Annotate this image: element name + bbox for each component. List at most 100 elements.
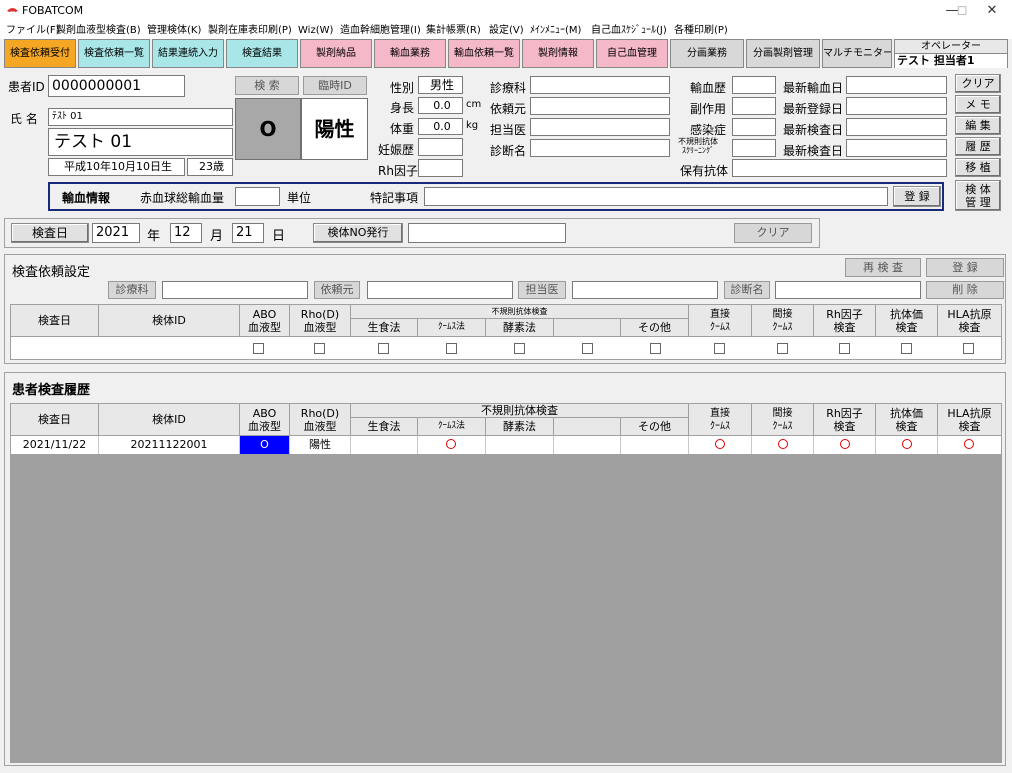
tab-fraction[interactable]: 分画業務 [670, 39, 744, 68]
tab-continuous-input[interactable]: 結果連続入力 [152, 39, 224, 68]
patient-id-input[interactable]: 0000000001 [48, 75, 185, 97]
requester-input[interactable] [530, 97, 670, 115]
request-dept-button[interactable]: 診療科 [108, 281, 156, 299]
request-register-button[interactable]: 登 録 [926, 258, 1004, 277]
department-label: 診療科 [490, 81, 527, 95]
transfusion-history-input[interactable] [732, 76, 776, 94]
year-label: 年 [147, 229, 161, 244]
menu-wiz[interactable]: Wiz(W) [298, 23, 333, 38]
menu-autologous[interactable]: 自己血ｽｹｼﾞｭｰﾙ(J) [591, 23, 667, 38]
exam-clear-button[interactable]: クリア [734, 223, 812, 243]
rh-factor-input[interactable] [418, 159, 463, 177]
issue-sample-no-button[interactable]: 検体NO発行 [313, 223, 403, 243]
month-input[interactable]: 12 [170, 223, 202, 243]
request-diagnosis-button[interactable]: 診断名 [724, 281, 770, 299]
birthdate-field: 平成10年10月10日生 [48, 158, 185, 176]
sample-manage-button[interactable]: 検 体 管 理 [955, 180, 1001, 211]
held-antibody-input[interactable] [732, 159, 947, 177]
pregnancy-input[interactable] [418, 138, 463, 156]
tab-product-info[interactable]: 製剤情報 [522, 39, 594, 68]
patient-name-input[interactable]: テスト 01 [48, 128, 233, 156]
edit-button[interactable]: 編 集 [955, 116, 1001, 135]
close-icon[interactable]: ✕ [972, 0, 1012, 22]
rho-checkbox[interactable] [314, 343, 325, 354]
request-requester-button[interactable]: 依頼元 [314, 281, 360, 299]
retest-button[interactable]: 再 検 査 [845, 258, 921, 277]
menu-inventory[interactable]: 製剤在庫表印刷(P) [208, 23, 292, 38]
side-effect-label: 副作用 [690, 102, 727, 116]
irregular-antibody-input[interactable] [732, 139, 776, 157]
request-delete-button[interactable]: 削 除 [926, 281, 1004, 299]
doctor-label: 担当医 [490, 123, 527, 137]
infection-label: 感染症 [690, 123, 727, 137]
side-effect-input[interactable] [732, 97, 776, 115]
rbc-total-input[interactable] [235, 187, 280, 206]
titer-checkbox[interactable] [901, 343, 912, 354]
search-button[interactable]: 検 索 [235, 76, 299, 95]
last-exam-input-1[interactable] [846, 118, 947, 136]
coombs-checkbox[interactable] [446, 343, 457, 354]
blank-checkbox[interactable] [582, 343, 593, 354]
menu-main[interactable]: ﾒｲﾝﾒﾆｭｰ(M) [530, 23, 581, 38]
request-diagnosis-input[interactable] [775, 281, 921, 299]
operator-name: テスト 担当者1 [895, 54, 1007, 68]
table-row[interactable]: 2021/11/22 20211122001 O 陽性 [11, 436, 1001, 454]
rh-factor-checkbox[interactable] [839, 343, 850, 354]
tab-autologous[interactable]: 自己血管理 [596, 39, 668, 68]
history-button[interactable]: 履 歴 [955, 137, 1001, 156]
sex-field[interactable]: 男性 [418, 76, 463, 94]
sample-no-input[interactable] [408, 223, 566, 243]
transfusion-register-button[interactable]: 登 録 [893, 186, 941, 207]
transplant-button[interactable]: 移 植 [955, 158, 1001, 177]
diagnosis-input[interactable] [530, 139, 670, 157]
abo-result: O [235, 98, 301, 160]
indirect-coombs-checkbox[interactable] [777, 343, 788, 354]
menu-report[interactable]: 集計帳票(R) [426, 23, 481, 38]
menu-blood-type[interactable]: 製剤血液型検査(B) [56, 23, 141, 38]
doctor-input[interactable] [530, 118, 670, 136]
last-exam-input-2[interactable] [846, 139, 947, 157]
other-checkbox[interactable] [650, 343, 661, 354]
operator-box: オペレーター テスト 担当者1 [894, 39, 1008, 68]
tab-request-receive[interactable]: 検査依頼受付 [4, 39, 76, 68]
tab-results[interactable]: 検査結果 [226, 39, 298, 68]
clear-button[interactable]: クリア [955, 74, 1001, 93]
saline-checkbox[interactable] [378, 343, 389, 354]
tab-transfusion-list[interactable]: 輸血依頼一覧 [448, 39, 520, 68]
kana-name-input[interactable]: ﾃｽﾄ 01 [48, 108, 233, 126]
direct-coombs-checkbox[interactable] [714, 343, 725, 354]
menu-bar: ファイル(F) 製剤血液型検査(B) 管理検体(K) 製剤在庫表印刷(P) Wi… [0, 22, 1012, 39]
abo-checkbox[interactable] [253, 343, 264, 354]
memo-button[interactable]: メ モ [955, 95, 1001, 114]
menu-stem-cell[interactable]: 造血幹細胞管理(I) [340, 23, 421, 38]
day-input[interactable]: 21 [232, 223, 264, 243]
menu-print[interactable]: 各種印刷(P) [674, 23, 728, 38]
request-requester-input[interactable] [367, 281, 513, 299]
menu-settings[interactable]: 設定(V) [489, 23, 524, 38]
height-label: 身長 [390, 101, 415, 115]
year-input[interactable]: 2021 [92, 223, 140, 243]
department-input[interactable] [530, 76, 670, 94]
request-doctor-button[interactable]: 担当医 [518, 281, 566, 299]
menu-control[interactable]: 管理検体(K) [147, 23, 201, 38]
last-register-input[interactable] [846, 97, 947, 115]
weight-input[interactable]: 0.0 [418, 118, 463, 135]
last-transfusion-input[interactable] [846, 76, 947, 94]
tab-product-delivery[interactable]: 製剤納品 [300, 39, 372, 68]
request-dept-input[interactable] [162, 281, 308, 299]
height-input[interactable]: 0.0 [418, 97, 463, 114]
hla-checkbox[interactable] [963, 343, 974, 354]
tab-request-list[interactable]: 検査依頼一覧 [78, 39, 150, 68]
note-input[interactable] [424, 187, 888, 206]
request-doctor-input[interactable] [572, 281, 718, 299]
enzyme-checkbox[interactable] [514, 343, 525, 354]
menu-file[interactable]: ファイル(F) [6, 23, 60, 38]
infection-input[interactable] [732, 118, 776, 136]
tab-fraction-manage[interactable]: 分画製剤管理 [746, 39, 820, 68]
col-other: その他 [621, 319, 689, 337]
weight-unit: kg [466, 120, 479, 131]
tab-transfusion[interactable]: 輸血業務 [374, 39, 446, 68]
tab-multi-monitor[interactable]: マルチモニター [822, 39, 892, 68]
exam-date-button[interactable]: 検査日 [11, 223, 89, 243]
temp-id-button[interactable]: 臨時ID [303, 76, 367, 95]
